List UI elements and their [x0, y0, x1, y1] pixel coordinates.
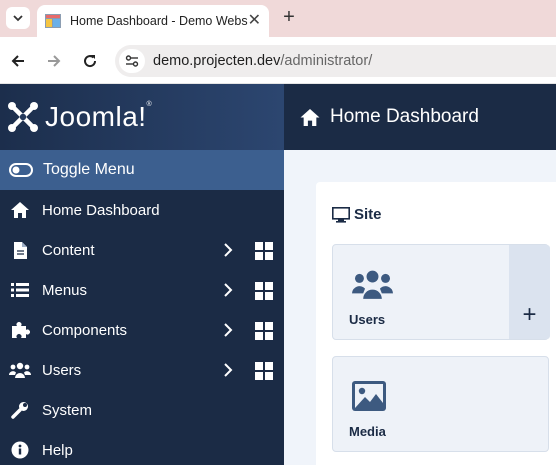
tab-title: Home Dashboard - Demo Website [69, 14, 248, 28]
site-panel: Site Users + Media [316, 182, 556, 465]
sidebar-item-content[interactable]: Content [0, 230, 284, 270]
info-icon [9, 440, 31, 460]
tab-close-icon[interactable]: ✕ [248, 13, 261, 29]
url-path: /administrator/ [280, 53, 373, 69]
trademark-symbol: ® [146, 101, 153, 108]
users-icon [9, 360, 31, 380]
dashboard-grid-icon[interactable] [255, 282, 273, 300]
plus-icon: + [522, 301, 537, 328]
chevron-right-icon[interactable] [220, 322, 236, 338]
card-label: Media [349, 424, 386, 439]
sidebar-item-label: Components [42, 321, 128, 339]
toggle-icon [9, 163, 33, 177]
page-header: Home Dashboard [284, 84, 556, 150]
url-host: demo.projecten.dev [153, 53, 281, 69]
arrow-right-icon [48, 55, 61, 67]
image-icon [352, 381, 386, 411]
media-card[interactable]: Media [332, 356, 549, 452]
sidebar-item-system[interactable]: System [0, 390, 284, 430]
users-card[interactable]: Users + [332, 244, 550, 340]
url-field[interactable]: demo.projecten.dev/administrator/ [115, 45, 556, 77]
sidebar-item-label: Content [42, 241, 95, 259]
site-info-button[interactable] [119, 49, 145, 73]
chevron-right-icon[interactable] [220, 362, 236, 378]
list-icon [9, 280, 31, 300]
logo-text: Joomla!® [45, 101, 152, 133]
sidebar-item-components[interactable]: Components [0, 310, 284, 350]
main-content: Site Users + Media [284, 150, 556, 465]
users-icon [352, 270, 393, 299]
sidebar-item-label: Home Dashboard [42, 201, 160, 219]
toggle-menu-label: Toggle Menu [43, 161, 135, 178]
panel-title: Site [332, 206, 382, 223]
wrench-icon [9, 400, 31, 420]
card-label: Users [349, 312, 386, 327]
chevron-down-icon [13, 15, 23, 22]
favicon-icon [45, 14, 61, 28]
logo-wordmark: Joomla! [45, 101, 147, 132]
desktop-icon [332, 206, 350, 223]
url-text: demo.projecten.dev/administrator/ [153, 53, 372, 69]
sidebar-item-label: Help [42, 441, 73, 459]
reload-icon [84, 55, 97, 68]
tab-search-button[interactable] [6, 7, 30, 29]
sidebar-item-label: Users [42, 361, 82, 379]
joomla-logo-icon [8, 102, 38, 132]
arrow-left-icon [11, 55, 24, 67]
forward-button[interactable] [42, 49, 66, 73]
dashboard-grid-icon[interactable] [255, 362, 273, 380]
sidebar-item-home-dashboard[interactable]: Home Dashboard [0, 190, 284, 230]
sidebar-item-label: Menus [42, 281, 88, 299]
address-bar-row: demo.projecten.dev/administrator/ [0, 37, 556, 84]
sidebar: Joomla!® Toggle Menu Home Dashboard Cont… [0, 84, 284, 465]
puzzle-icon [9, 320, 31, 340]
new-tab-button[interactable]: + [278, 6, 300, 28]
reload-button[interactable] [78, 49, 102, 73]
dashboard-grid-icon[interactable] [255, 322, 273, 340]
file-icon [9, 240, 31, 260]
page-title: Home Dashboard [330, 106, 479, 127]
sidebar-item-menus[interactable]: Menus [0, 270, 284, 310]
browser-tab-bar: Home Dashboard - Demo Website ✕ + [0, 0, 556, 37]
joomla-logo[interactable]: Joomla!® [0, 84, 284, 150]
home-icon [300, 108, 320, 126]
add-user-button[interactable]: + [509, 245, 550, 339]
back-button[interactable] [6, 49, 30, 73]
toggle-menu-button[interactable]: Toggle Menu [0, 150, 284, 190]
dashboard-grid-icon[interactable] [255, 242, 273, 260]
tune-icon [125, 55, 139, 67]
sidebar-item-help[interactable]: Help [0, 430, 284, 465]
home-icon [9, 200, 31, 220]
chevron-right-icon[interactable] [220, 242, 236, 258]
chevron-right-icon[interactable] [220, 282, 236, 298]
browser-tab[interactable]: Home Dashboard - Demo Website ✕ [37, 5, 269, 37]
sidebar-item-label: System [42, 401, 93, 419]
sidebar-item-users[interactable]: Users [0, 350, 284, 390]
panel-title-text: Site [354, 206, 382, 223]
